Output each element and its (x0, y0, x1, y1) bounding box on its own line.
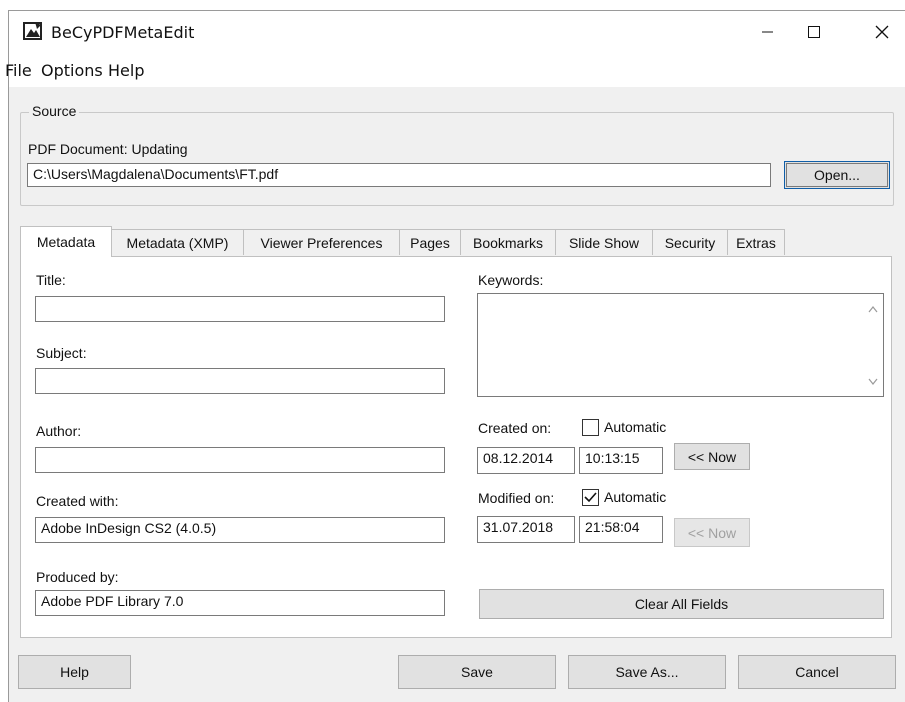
minimize-icon (762, 31, 773, 33)
modified-date-field[interactable]: 31.07.2018 (477, 516, 575, 543)
menu-options[interactable]: Options (41, 61, 103, 80)
modified-automatic-checkbox[interactable] (582, 489, 599, 506)
cancel-button[interactable]: Cancel (738, 655, 896, 689)
tab-metadata-xmp[interactable]: Metadata (XMP) (111, 229, 244, 255)
tab-viewer-preferences[interactable]: Viewer Preferences (243, 229, 400, 255)
source-legend: Source (29, 103, 80, 119)
produced-by-label: Produced by: (36, 569, 119, 585)
close-icon (875, 25, 889, 39)
menu-help[interactable]: Help (108, 61, 144, 80)
pdf-status-label: PDF Document: Updating (28, 141, 188, 157)
title-label: Title: (36, 272, 66, 288)
maximize-button[interactable] (791, 11, 837, 53)
created-automatic-checkbox[interactable] (582, 419, 599, 436)
tab-extras[interactable]: Extras (727, 229, 785, 255)
modified-automatic-label: Automatic (604, 489, 667, 505)
subject-label: Subject: (36, 345, 87, 361)
created-with-label: Created with: (36, 493, 119, 509)
keywords-label: Keywords: (478, 272, 544, 288)
created-automatic-label: Automatic (604, 419, 667, 435)
checkmark-icon (584, 492, 597, 503)
tab-pages[interactable]: Pages (399, 229, 461, 255)
clear-all-fields-button[interactable]: Clear All Fields (479, 589, 884, 619)
source-group: Source (20, 103, 894, 206)
created-on-label: Created on: (478, 420, 552, 436)
app-logo-icon (23, 21, 43, 41)
save-button[interactable]: Save (398, 655, 556, 689)
maximize-icon (808, 26, 820, 38)
scroll-down-icon[interactable] (868, 378, 878, 386)
keywords-textarea[interactable] (477, 293, 884, 397)
title-field[interactable] (35, 296, 445, 322)
created-now-button[interactable]: << Now (674, 443, 750, 470)
author-field[interactable] (35, 447, 445, 473)
tab-metadata[interactable]: Metadata (20, 226, 112, 257)
window-title: BeCyPDFMetaEdit (51, 23, 195, 42)
open-button[interactable]: Open... (784, 161, 890, 189)
close-button[interactable] (859, 11, 905, 53)
minimize-button[interactable] (745, 11, 791, 53)
scroll-up-icon[interactable] (868, 305, 878, 313)
pdf-path-field[interactable]: C:\Users\Magdalena\Documents\FT.pdf (27, 163, 771, 187)
help-button[interactable]: Help (18, 655, 131, 689)
created-with-field[interactable]: Adobe InDesign CS2 (4.0.5) (35, 517, 445, 543)
menu-bar: File Options Help (5, 53, 905, 87)
created-date-field[interactable]: 08.12.2014 (477, 447, 575, 474)
modified-now-button: << Now (674, 518, 750, 547)
menu-file[interactable]: File (5, 61, 32, 80)
tab-bookmarks[interactable]: Bookmarks (460, 229, 556, 255)
modified-time-field[interactable]: 21:58:04 (579, 516, 663, 543)
tab-security[interactable]: Security (652, 229, 728, 255)
modified-on-label: Modified on: (478, 490, 555, 506)
tab-slide-show[interactable]: Slide Show (555, 229, 653, 255)
save-as-button[interactable]: Save As... (568, 655, 726, 689)
author-label: Author: (36, 423, 82, 439)
title-bar: BeCyPDFMetaEdit (9, 11, 905, 53)
created-time-field[interactable]: 10:13:15 (579, 447, 663, 474)
produced-by-field[interactable]: Adobe PDF Library 7.0 (35, 590, 445, 616)
subject-field[interactable] (35, 368, 445, 394)
